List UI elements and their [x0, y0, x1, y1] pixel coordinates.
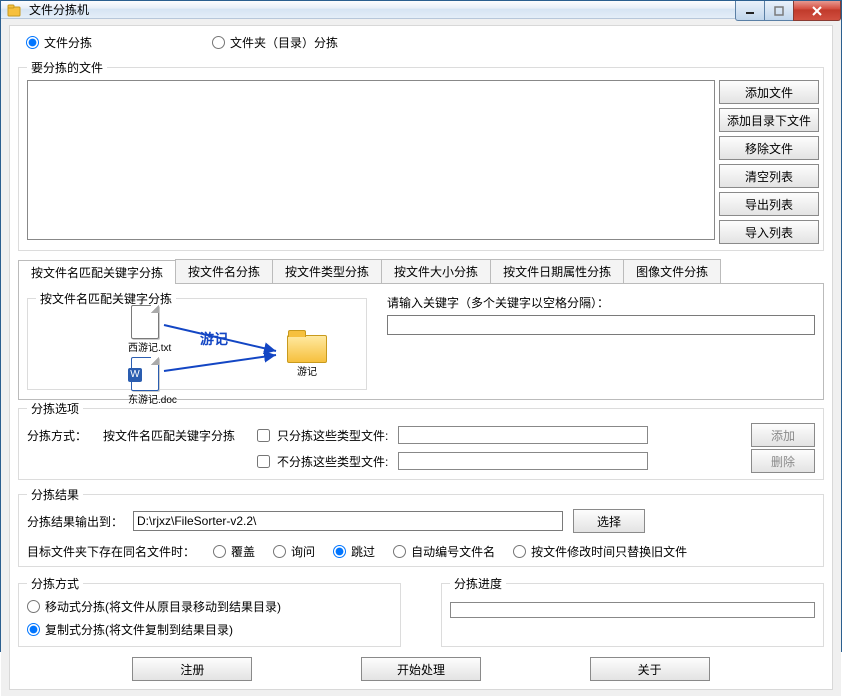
radio-folder-sort-input[interactable] [212, 36, 225, 49]
tab-keyword[interactable]: 按文件名匹配关键字分拣 [18, 260, 176, 284]
radio-replaceold[interactable]: 按文件修改时间只替换旧文件 [513, 543, 687, 560]
method-legend: 分拣方式 [27, 575, 83, 592]
window-title: 文件分拣机 [29, 1, 841, 18]
radio-ask[interactable]: 询问 [273, 543, 315, 560]
radio-folder-sort[interactable]: 文件夹（目录）分拣 [212, 34, 338, 51]
radio-file-sort-label: 文件分拣 [44, 34, 92, 51]
radio-overwrite[interactable]: 覆盖 [213, 543, 255, 560]
folder-icon: 游记 [284, 335, 330, 378]
clear-list-button[interactable]: 清空列表 [719, 164, 819, 188]
radio-skip[interactable]: 跳过 [333, 543, 375, 560]
radio-autonumber[interactable]: 自动编号文件名 [393, 543, 495, 560]
fileset-legend: 要分拣的文件 [27, 59, 107, 76]
tab-filesize[interactable]: 按文件大小分拣 [381, 259, 491, 283]
tab-filename[interactable]: 按文件名分拣 [175, 259, 273, 283]
window-controls [736, 1, 841, 21]
file-icon-1-label: 西游记.txt [128, 339, 162, 354]
tab-filetype[interactable]: 按文件类型分拣 [272, 259, 382, 283]
diagram-box: 按文件名匹配关键字分拣 西游记.txt 东游记.doc 游记 [27, 290, 367, 390]
file-listbox[interactable] [27, 80, 715, 240]
result-group: 分拣结果 分拣结果输出到： 选择 目标文件夹下存在同名文件时： 覆盖 询问 跳过… [18, 486, 824, 567]
tab-strip: 按文件名匹配关键字分拣 按文件名分拣 按文件类型分拣 按文件大小分拣 按文件日期… [18, 259, 824, 284]
remove-file-button[interactable]: 移除文件 [719, 136, 819, 160]
radio-folder-sort-label: 文件夹（目录）分拣 [230, 34, 338, 51]
main-panel: 文件分拣 文件夹（目录）分拣 要分拣的文件 添加文件 添加目录下文件 移除文件 … [9, 25, 833, 690]
types-del-button[interactable]: 删除 [751, 449, 815, 473]
add-file-button[interactable]: 添加文件 [719, 80, 819, 104]
types-add-button[interactable]: 添加 [751, 423, 815, 447]
keyword-input[interactable] [387, 315, 815, 335]
sort-options-group: 分拣选项 分拣方式： 按文件名匹配关键字分拣 只分拣这些类型文件: 添加 [18, 400, 824, 480]
radio-copy[interactable]: 复制式分拣(将文件复制到结果目录) [27, 621, 392, 638]
output-label: 分拣结果输出到： [27, 513, 123, 530]
fileset-buttons: 添加文件 添加目录下文件 移除文件 清空列表 导出列表 导入列表 [719, 80, 819, 244]
method-value: 按文件名匹配关键字分拣 [103, 427, 243, 444]
app-icon [7, 2, 23, 18]
keyword-panel: 请输入关键字（多个关键字以空格分隔）： [387, 290, 815, 393]
exclude-types-checkbox[interactable] [257, 455, 270, 468]
output-path-input[interactable] [133, 511, 563, 531]
close-button[interactable] [793, 1, 841, 21]
minimize-button[interactable] [735, 1, 765, 21]
start-button[interactable]: 开始处理 [361, 657, 481, 681]
mode-radios: 文件分拣 文件夹（目录）分拣 [18, 30, 824, 57]
samefile-label: 目标文件夹下存在同名文件时： [27, 543, 195, 560]
result-legend: 分拣结果 [27, 486, 83, 503]
radio-file-sort-input[interactable] [26, 36, 39, 49]
method-progress-row: 分拣方式 移动式分拣(将文件从原目录移动到结果目录) 复制式分拣(将文件复制到结… [18, 573, 824, 651]
exclude-types-input[interactable] [398, 452, 648, 470]
progress-bar [450, 602, 815, 618]
maximize-button[interactable] [764, 1, 794, 21]
only-types-input[interactable] [398, 426, 648, 444]
radio-move[interactable]: 移动式分拣(将文件从原目录移动到结果目录) [27, 598, 392, 615]
only-types-check[interactable]: 只分拣这些类型文件: [253, 426, 388, 445]
tab-filedate[interactable]: 按文件日期属性分拣 [490, 259, 624, 283]
about-button[interactable]: 关于 [590, 657, 710, 681]
progress-group: 分拣进度 [441, 575, 824, 647]
only-types-checkbox[interactable] [257, 429, 270, 442]
arrow-label: 游记 [200, 329, 228, 349]
app-window: 文件分拣机 文件分拣 文件夹（目录）分拣 [0, 0, 842, 652]
export-list-button[interactable]: 导出列表 [719, 192, 819, 216]
tab-image[interactable]: 图像文件分拣 [623, 259, 721, 283]
choose-path-button[interactable]: 选择 [573, 509, 645, 533]
sort-options-legend: 分拣选项 [27, 400, 83, 417]
file-icon-1: 西游记.txt [128, 305, 162, 354]
exclude-types-check[interactable]: 不分拣这些类型文件: [253, 452, 388, 471]
bottom-buttons: 注册 开始处理 关于 [18, 651, 824, 681]
import-list-button[interactable]: 导入列表 [719, 220, 819, 244]
keyword-hint: 请输入关键字（多个关键字以空格分隔）： [387, 294, 815, 311]
register-button[interactable]: 注册 [132, 657, 252, 681]
folder-icon-label: 游记 [284, 363, 330, 378]
exclude-types-label: 不分拣这些类型文件: [277, 453, 388, 470]
progress-legend: 分拣进度 [450, 575, 506, 592]
only-types-label: 只分拣这些类型文件: [277, 427, 388, 444]
method-label: 分拣方式： [27, 427, 93, 444]
file-icon-2: 东游记.doc [128, 357, 162, 406]
title-bar: 文件分拣机 [1, 1, 841, 19]
radio-file-sort[interactable]: 文件分拣 [26, 34, 92, 51]
add-dir-files-button[interactable]: 添加目录下文件 [719, 108, 819, 132]
fileset-group: 要分拣的文件 添加文件 添加目录下文件 移除文件 清空列表 导出列表 导入列表 [18, 59, 824, 251]
tab-page-keyword: 按文件名匹配关键字分拣 西游记.txt 东游记.doc 游记 [18, 284, 824, 400]
method-group: 分拣方式 移动式分拣(将文件从原目录移动到结果目录) 复制式分拣(将文件复制到结… [18, 575, 401, 647]
client-area: 文件分拣 文件夹（目录）分拣 要分拣的文件 添加文件 添加目录下文件 移除文件 … [1, 19, 841, 696]
